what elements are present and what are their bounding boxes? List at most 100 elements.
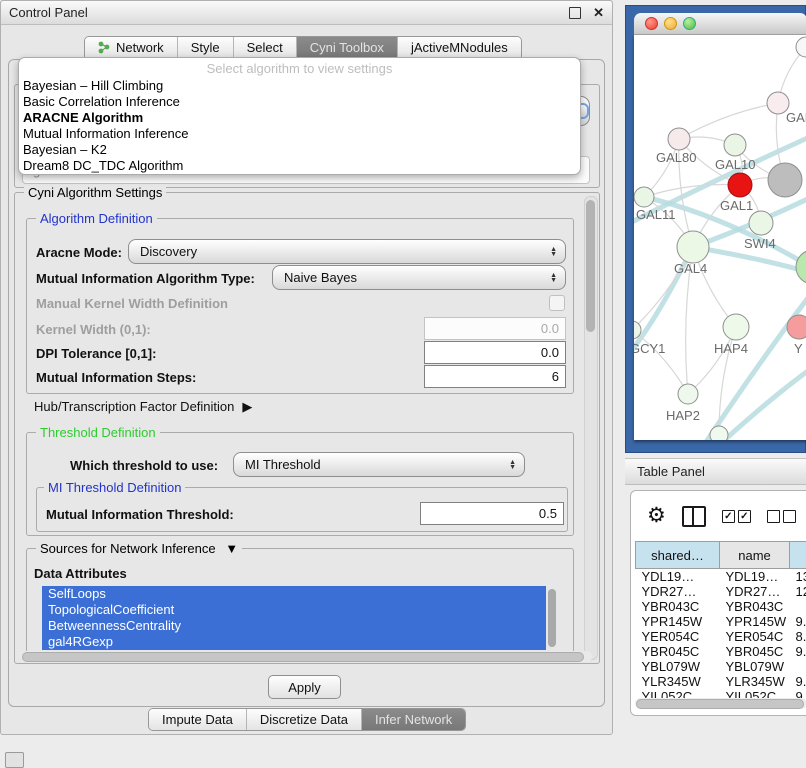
table-row[interactable]: YBR045CYBR045C9.: [636, 644, 806, 659]
table-cell[interactable]: 13: [790, 569, 806, 585]
network-window-titlebar[interactable]: [634, 13, 806, 35]
apply-button[interactable]: Apply: [268, 675, 341, 699]
network-node-gal11[interactable]: [634, 187, 654, 207]
column-header-partial[interactable]: [790, 542, 806, 569]
float-panel-icon[interactable]: [569, 7, 581, 19]
table-cell[interactable]: 8.: [790, 629, 806, 644]
list-item[interactable]: SelfLoops: [42, 586, 546, 602]
tab-network[interactable]: Network: [85, 37, 178, 58]
tab-infer-network[interactable]: Infer Network: [362, 709, 465, 730]
tab-impute-data[interactable]: Impute Data: [149, 709, 247, 730]
table-hscrollbar[interactable]: [635, 698, 806, 709]
close-button[interactable]: [645, 17, 658, 30]
table-cell[interactable]: YLR345W: [720, 674, 790, 689]
settings-scrollbar[interactable]: [584, 196, 598, 660]
network-node-swi4[interactable]: [749, 211, 773, 235]
network-canvas[interactable]: GALGAL80GAL10GAL1GAL11SWI4GAL4GCY1HAP4YH…: [634, 35, 806, 440]
unchecked-checkbox-icon[interactable]: [767, 510, 780, 523]
list-item[interactable]: TopologicalCoefficient: [42, 602, 546, 618]
table-cell[interactable]: YBL079W: [720, 659, 790, 674]
table-cell[interactable]: YDL19…: [720, 569, 790, 585]
list-item[interactable]: gal4RGexp: [42, 634, 546, 650]
dropdown-item[interactable]: Bayesian – Hill Climbing: [19, 78, 580, 94]
manual-kernel-width-checkbox[interactable]: [549, 295, 565, 311]
settings-hscrollbar[interactable]: [20, 651, 592, 662]
network-node[interactable]: [710, 426, 728, 440]
network-edge-thick[interactable]: [693, 247, 806, 275]
table-row[interactable]: YLR345WYLR345W9.: [636, 674, 806, 689]
table-cell[interactable]: 9.: [790, 674, 806, 689]
network-node-y[interactable]: [787, 315, 806, 339]
dpi-tolerance-field[interactable]: 0.0: [424, 341, 566, 364]
table-cell[interactable]: YDR27…: [720, 584, 790, 599]
table-row[interactable]: YER054CYER054C8.: [636, 629, 806, 644]
mi-algorithm-type-combobox[interactable]: Naive Bayes ▲▼: [272, 265, 566, 290]
column-header-shared-name[interactable]: shared…: [636, 542, 720, 569]
minimize-button[interactable]: [664, 17, 677, 30]
network-node[interactable]: [796, 250, 806, 284]
tab-cyni-toolbox[interactable]: Cyni Toolbox: [297, 37, 398, 58]
settings-scrollbar-thumb[interactable]: [586, 200, 595, 332]
table-row[interactable]: YDR27…YDR27…12: [636, 584, 806, 599]
column-header-name[interactable]: name: [720, 542, 790, 569]
network-node[interactable]: [796, 37, 806, 57]
dropdown-item[interactable]: Dream8 DC_TDC Algorithm: [19, 158, 580, 174]
table-cell[interactable]: 12: [790, 584, 806, 599]
settings-hscrollbar-thumb[interactable]: [22, 652, 584, 662]
table-cell[interactable]: 9.: [790, 644, 806, 659]
network-node-gal80[interactable]: [668, 128, 690, 150]
table-cell[interactable]: YPR145W: [720, 614, 790, 629]
hub-definition-toggle[interactable]: Hub/Transcription Factor Definition▶: [34, 399, 252, 415]
table-cell[interactable]: YBR043C: [720, 599, 790, 614]
dropdown-item[interactable]: Basic Correlation Inference: [19, 94, 580, 110]
table-cell[interactable]: YDR27…: [636, 584, 720, 599]
table-cell[interactable]: YDL19…: [636, 569, 720, 585]
kernel-width-field[interactable]: 0.0: [424, 317, 566, 340]
unchecked-checkbox-icon[interactable]: [783, 510, 796, 523]
table-cell[interactable]: YBL079W: [636, 659, 720, 674]
table-hscrollbar-thumb[interactable]: [636, 699, 804, 709]
table-cell[interactable]: YBR045C: [636, 644, 720, 659]
tab-style[interactable]: Style: [178, 37, 234, 58]
checked-checkbox-icon[interactable]: ✓: [722, 510, 735, 523]
split-columns-icon[interactable]: [682, 506, 706, 527]
dropdown-item[interactable]: Bayesian – K2: [19, 142, 580, 158]
network-node-gal10[interactable]: [724, 134, 746, 156]
which-threshold-combobox[interactable]: MI Threshold ▲▼: [233, 452, 525, 477]
table-row[interactable]: YPR145WYPR145W9.: [636, 614, 806, 629]
network-node-hap4[interactable]: [723, 314, 749, 340]
zoom-button[interactable]: [683, 17, 696, 30]
table-cell[interactable]: YBR043C: [636, 599, 720, 614]
dropdown-item[interactable]: Mutual Information Inference: [19, 126, 580, 142]
mi-steps-field[interactable]: 6: [424, 365, 566, 388]
table-cell[interactable]: YER054C: [636, 629, 720, 644]
table-cell[interactable]: [790, 599, 806, 614]
table-cell[interactable]: YLR345W: [636, 674, 720, 689]
network-node[interactable]: [768, 163, 802, 197]
table-cell[interactable]: 9.: [790, 614, 806, 629]
aracne-mode-combobox[interactable]: Discovery ▲▼: [128, 239, 566, 264]
table-cell[interactable]: [790, 659, 806, 674]
minimized-panel-icon[interactable]: [5, 752, 24, 768]
table-cell[interactable]: YBR045C: [720, 644, 790, 659]
table-row[interactable]: YBR043CYBR043C: [636, 599, 806, 614]
attributes-scrollbar-thumb[interactable]: [548, 589, 556, 647]
tab-discretize-data[interactable]: Discretize Data: [247, 709, 362, 730]
tab-jactivemnodules[interactable]: jActiveMNodules: [398, 37, 521, 58]
sources-title[interactable]: Sources for Network Inference ▼: [36, 541, 242, 556]
table-row[interactable]: YDL19…YDL19…13: [636, 569, 806, 585]
network-node-gal4[interactable]: [677, 231, 709, 263]
table-cell[interactable]: YPR145W: [636, 614, 720, 629]
tab-select[interactable]: Select: [234, 37, 297, 58]
table-row[interactable]: YBL079WYBL079W: [636, 659, 806, 674]
network-node-gal1[interactable]: [728, 173, 752, 197]
mi-threshold-field[interactable]: 0.5: [420, 502, 564, 525]
list-item[interactable]: BetweennessCentrality: [42, 618, 546, 634]
gear-icon[interactable]: ⚙: [647, 506, 666, 526]
dropdown-item-highlighted[interactable]: ARACNE Algorithm: [19, 110, 580, 126]
checked-checkbox-icon[interactable]: ✓: [738, 510, 751, 523]
close-panel-icon[interactable]: ✕: [593, 8, 604, 18]
table-cell[interactable]: YER054C: [720, 629, 790, 644]
network-edge[interactable]: [679, 103, 778, 139]
network-node-hap2[interactable]: [678, 384, 698, 404]
